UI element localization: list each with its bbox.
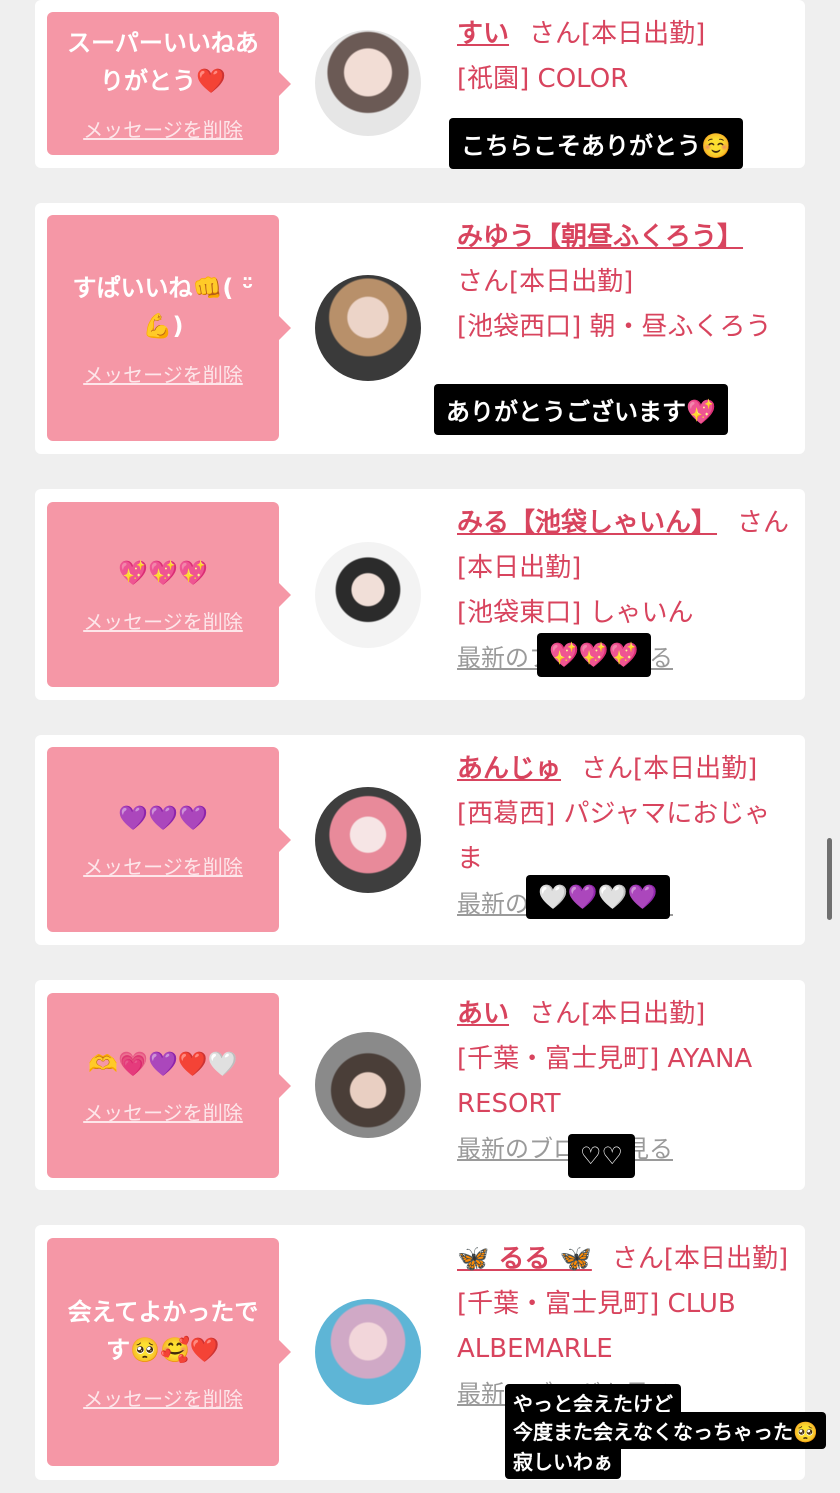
delete-message-link[interactable]: メッセージを削除 [83, 1383, 243, 1412]
message-text: スーパーいいねありがとう❤️ [67, 29, 259, 95]
cast-name-link[interactable]: みる【池袋しゃいん】 [457, 508, 717, 538]
delete-message-link[interactable]: メッセージを削除 [83, 1097, 243, 1126]
cast-name-link[interactable]: 🦋 るる 🦋 [457, 1244, 592, 1274]
story-caption: 💖💖💖 [537, 633, 651, 677]
message-text: すぱいいね👊( ᵕ̈ 💪) [72, 273, 254, 340]
cast-avatar[interactable] [315, 275, 421, 381]
cast-avatar[interactable] [315, 1299, 421, 1405]
cast-avatar[interactable] [315, 542, 421, 648]
message-bubble: すぱいいね👊( ᵕ̈ 💪) メッセージを削除 [47, 215, 279, 441]
message-bubble: 💖💖💖 メッセージを削除 [47, 502, 279, 687]
story-caption: ありがとうございます💖 [434, 384, 728, 435]
cast-area: [千葉・富士見町] AYANA RESORT [457, 1044, 753, 1119]
message-card: 🫶💗💜❤️🤍 メッセージを削除 あい さん[本日出勤] [千葉・富士見町] AYA… [35, 980, 805, 1190]
message-text: 💖💖💖 [118, 559, 208, 587]
message-card: 💜💜💜 メッセージを削除 あんじゅ さん[本日出勤] [西葛西] パジャマにおじゃ… [35, 735, 805, 945]
delete-message-link[interactable]: メッセージを削除 [83, 851, 243, 880]
message-text: 会えてよかったです🥺🥰❤️ [67, 1297, 259, 1364]
cast-suffix: さん [457, 267, 510, 297]
message-bubble: 💜💜💜 メッセージを削除 [47, 747, 279, 932]
message-text: 🫶💗💜❤️🤍 [88, 1050, 238, 1078]
story-caption: ♡♡ [568, 1134, 636, 1178]
cast-name-link[interactable]: あんじゅ [457, 754, 561, 784]
cast-area: [千葉・富士見町] CLUB ALBEMARLE [457, 1289, 736, 1364]
delete-message-link[interactable]: メッセージを削除 [83, 359, 243, 388]
cast-area: [西葛西] パジャマにおじゃま [457, 799, 771, 874]
cast-suffix: さん [611, 1244, 664, 1274]
cast-suffix: さん [581, 754, 634, 784]
work-status: [本日出勤] [633, 754, 758, 784]
work-status: [本日出勤] [509, 267, 634, 297]
cast-name-link[interactable]: あい [457, 999, 509, 1029]
cast-area: [池袋東口] しゃいん [457, 598, 694, 628]
latest-blog-link[interactable]: 最新のブログを見る [457, 1135, 673, 1163]
cast-name-link[interactable]: みゆう【朝昼ふくろう】 [457, 222, 743, 252]
cast-suffix: さん [529, 999, 582, 1029]
work-status: [本日出勤] [581, 19, 706, 49]
cast-avatar[interactable] [315, 1032, 421, 1138]
message-bubble: スーパーいいねありがとう❤️ メッセージを削除 [47, 12, 279, 155]
cast-name-link[interactable]: すい [457, 19, 509, 49]
message-text: 💜💜💜 [118, 804, 208, 832]
cast-info: みゆう【朝昼ふくろう】 さん[本日出勤] [池袋西口] 朝・昼ふくろう [457, 215, 792, 350]
cast-area: [祇園] COLOR [457, 64, 629, 94]
message-bubble: 会えてよかったです🥺🥰❤️ メッセージを削除 [47, 1238, 279, 1466]
story-caption-line: 寂しいわぁ [505, 1442, 621, 1479]
scrollbar[interactable] [827, 838, 832, 920]
cast-info: すい さん[本日出勤] [祇園] COLOR [457, 12, 792, 102]
work-status: [本日出勤] [663, 1244, 789, 1274]
work-status: [本日出勤] [581, 999, 706, 1029]
cast-avatar[interactable] [315, 787, 421, 893]
story-caption: こちらこそありがとう☺️ [449, 118, 743, 169]
cast-suffix: さん [737, 508, 790, 538]
work-status: [本日出勤] [457, 553, 582, 583]
message-bubble: 🫶💗💜❤️🤍 メッセージを削除 [47, 993, 279, 1178]
cast-avatar[interactable] [315, 30, 421, 136]
message-card: 💖💖💖 メッセージを削除 みる【池袋しゃいん】 さん [本日出勤] [池袋東口] し… [35, 489, 805, 700]
cast-area: [池袋西口] 朝・昼ふくろう [457, 312, 772, 342]
delete-message-link[interactable]: メッセージを削除 [83, 606, 243, 635]
delete-message-link[interactable]: メッセージを削除 [83, 114, 243, 143]
cast-suffix: さん [529, 19, 582, 49]
story-caption: 🤍💜🤍💜 [526, 875, 670, 919]
